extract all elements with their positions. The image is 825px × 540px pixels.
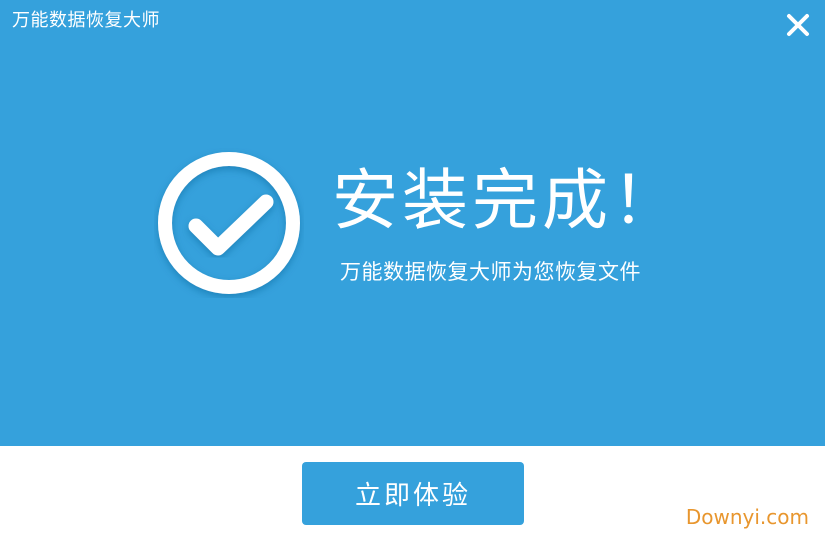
window-title: 万能数据恢复大师 [12,10,160,31]
header-panel: 万能数据恢复大师 安装完成！ 万能数据恢复大师为您恢复文件 [0,0,825,446]
close-icon [787,14,809,36]
install-complete-subtitle: 万能数据恢复大师为您恢复文件 [340,260,641,284]
install-complete-heading: 安装完成！ [332,162,682,239]
close-button[interactable] [785,12,811,38]
watermark-text: Downyi.com [685,505,809,529]
try-now-button[interactable]: 立即体验 [302,462,524,525]
check-circle-icon [154,148,304,298]
installer-window: 万能数据恢复大师 安装完成！ 万能数据恢复大师为您恢复文件 立即体验 Downy… [0,0,825,540]
